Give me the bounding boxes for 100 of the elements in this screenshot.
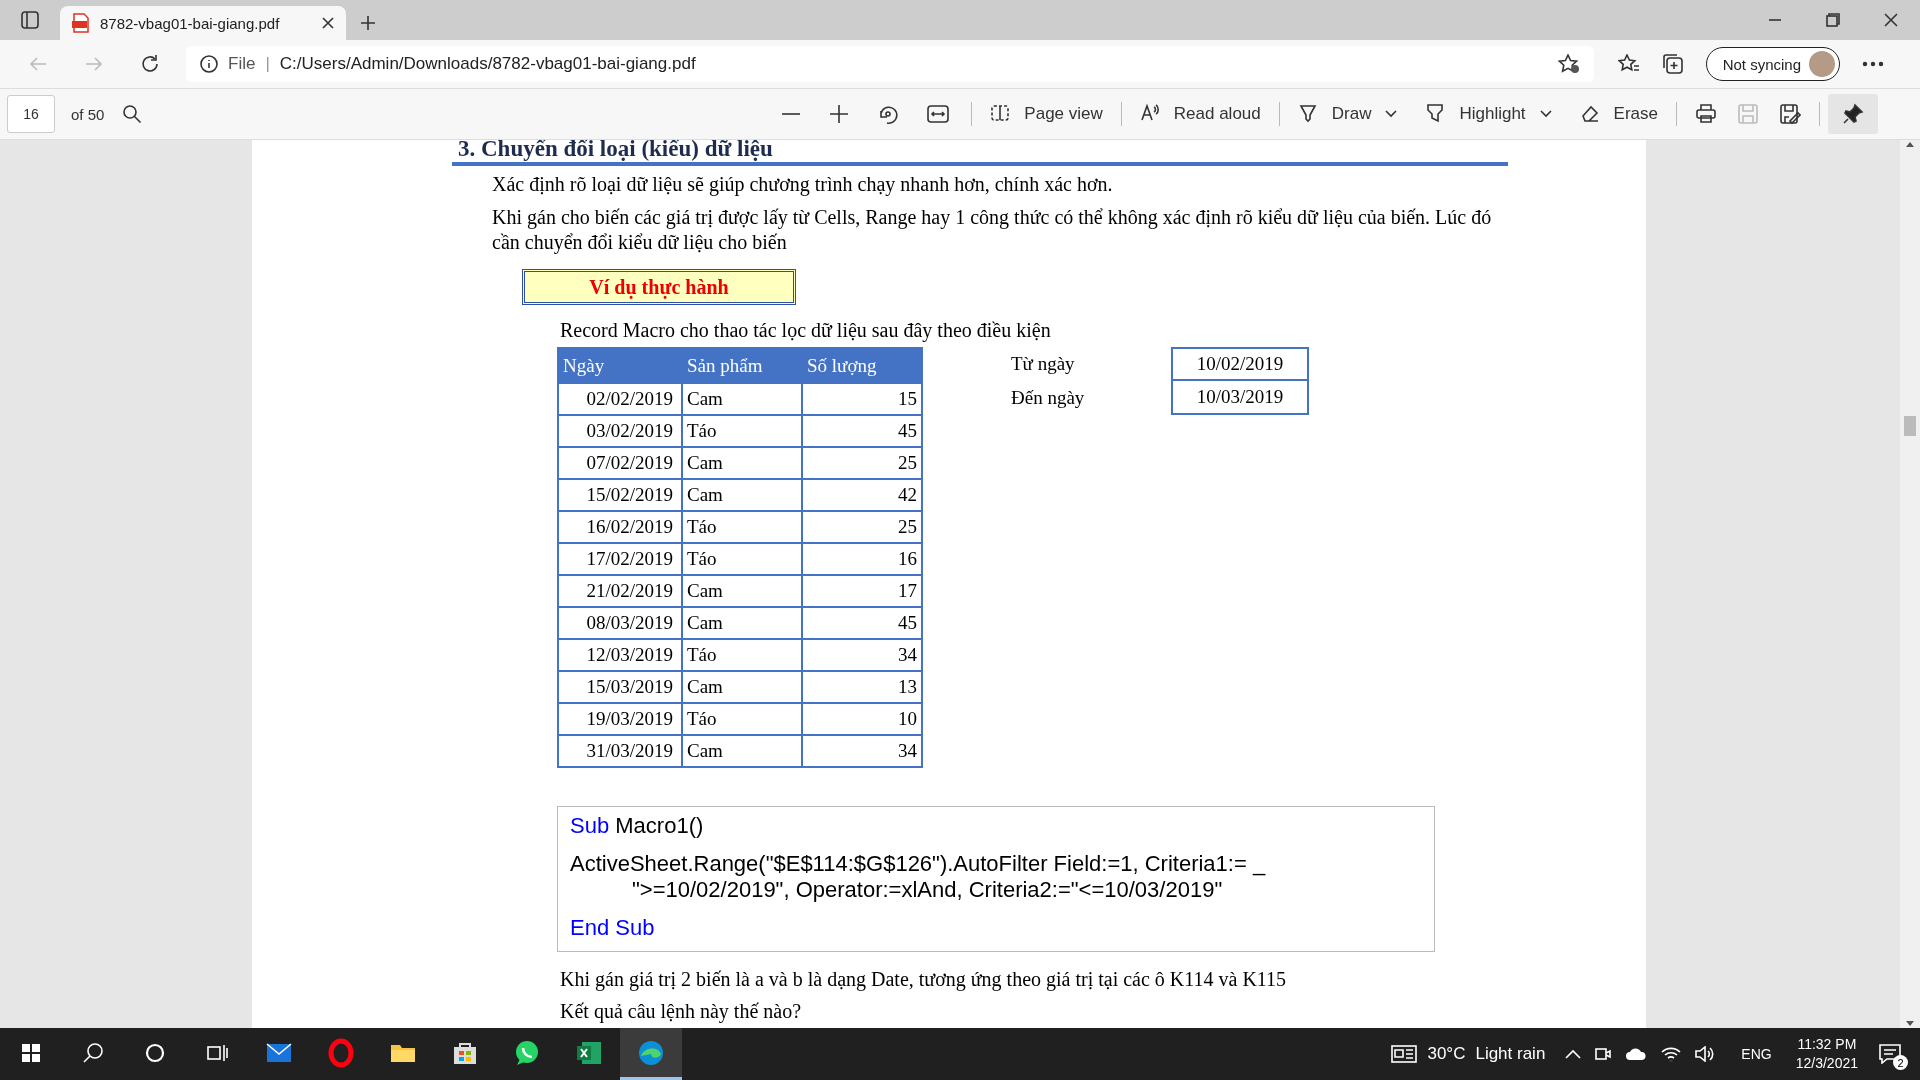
paragraph: Xác định rõ loại dữ liệu sẽ giúp chương trình chạy nhanh hơn, chính xác hơn. [492,172,1114,197]
table-cell: 02/02/2019 [558,383,682,415]
table-cell: 03/02/2019 [558,415,682,447]
meet-icon[interactable] [1595,1046,1612,1062]
chevron-up-icon[interactable] [1565,1049,1582,1059]
table-cell: 45 [802,607,922,639]
table-cell: Cam [682,735,802,767]
page-view-button[interactable]: Page view [980,94,1113,134]
paragraph: Kết quả câu lệnh này thế nào? [560,999,802,1024]
rotate-icon[interactable] [877,103,900,125]
weather-condition[interactable]: Light rain [1475,1044,1546,1064]
favorites-icon[interactable] [1617,54,1640,74]
highlight-button[interactable]: Highlight [1415,94,1536,134]
temperature[interactable]: 30°C [1427,1044,1466,1064]
print-icon [1695,103,1717,125]
table-cell: 17 [802,575,922,607]
table-cell: 34 [802,639,922,671]
fit-width-icon[interactable] [927,105,950,123]
pin-button[interactable] [1828,94,1878,134]
notification-count: 2 [1893,1055,1908,1070]
table-cell: Táo [682,543,802,575]
table-cell: 15 [802,383,922,415]
code-line: ActiveSheet.Range("$E$114:$G$126").AutoFilter Field:=1, Criteria1:= _ [570,851,1267,877]
table-cell: 25 [802,511,922,543]
save-edit-icon [1779,103,1801,125]
table-cell: 16 [802,543,922,575]
table-cell: 31/03/2019 [558,735,682,767]
search-icon[interactable] [82,1041,104,1064]
tab-actions-icon [21,11,39,29]
code-line: ">=10/02/2019", Operator:=xlAnd, Criteria2:="<=10/03/2019" [631,877,1224,903]
language-indicator[interactable]: ENG [1741,1046,1772,1062]
criteria-label: Đến ngày [1011,387,1086,409]
table-cell: Cam [682,479,802,511]
avatar-icon [1809,51,1835,77]
more-icon[interactable] [1862,61,1884,67]
criteria-label: Từ ngày [1011,353,1076,375]
read-aloud-button[interactable]: Read aloud [1129,94,1271,134]
add-favorite-icon[interactable] [1557,54,1580,74]
close-icon[interactable] [322,17,334,29]
pdf-file-icon [72,13,90,33]
browser-tab[interactable]: 8782-vbag01-bai-giang.pdf [60,6,346,40]
page-number-field[interactable]: 16 [7,95,55,133]
cloud-icon[interactable] [1625,1046,1648,1062]
table-cell: 45 [802,415,922,447]
table-cell: 15/02/2019 [558,479,682,511]
scrollbar[interactable] [1900,140,1920,1028]
chevron-icon[interactable] [1385,110,1398,118]
table-cell: 34 [802,735,922,767]
erase-button[interactable]: Erase [1569,94,1668,134]
start-icon[interactable] [21,1042,41,1063]
sync-button[interactable]: Not syncing [1705,47,1840,81]
page-count: of 50 [71,105,105,123]
table-cell: 42 [802,479,922,511]
taskbar-app-button[interactable] [620,1028,682,1080]
code-line: Sub Macro1() [570,813,705,839]
intro-text: Record Macro cho thao tác lọc dữ liệu sau đây theo điều kiện [560,318,1052,343]
paragraph: Khi gán giá trị 2 biến là a và b là dạng Date, tương ứng theo giá trị tại các ô K114 và K115 [560,967,1288,992]
column-header: Ngày [558,348,682,383]
weather-news-icon[interactable] [1391,1044,1418,1064]
table-cell: Cam [682,575,802,607]
draw-button[interactable]: Draw [1287,94,1382,134]
speaker-icon[interactable] [1695,1046,1716,1062]
wifi-icon[interactable] [1661,1046,1682,1062]
ring-icon [326,1037,356,1068]
table-cell: 15/03/2019 [558,671,682,703]
clock-date[interactable]: 12/3/2021 [1795,1054,1858,1073]
table-cell: Cam [682,447,802,479]
save-icon [1737,103,1759,125]
table-cell: 13 [802,671,922,703]
table-cell: 19/03/2019 [558,703,682,735]
info-icon [200,55,218,73]
table-cell: Táo [682,511,802,543]
refresh-icon[interactable] [140,54,160,74]
table-cell: 21/02/2019 [558,575,682,607]
paragraph: Khi gán cho biến các giá trị được lấy từ Cells, Range hay 1 công thức có thể không xác định rõ kiểu dữ liệu của biến. Lúc đó cần chuyển đổi kiểu dữ liệu cho biến [492,205,1492,255]
table-cell: 17/02/2019 [558,543,682,575]
table-cell: 08/03/2019 [558,607,682,639]
scroll-thumb[interactable] [1904,416,1916,436]
code-line: End Sub [570,915,656,941]
zoom-in-icon[interactable] [829,104,850,124]
search-icon[interactable] [122,104,143,124]
clock-time[interactable]: 11:32 PM [1797,1035,1857,1054]
scheme-label: File [228,54,256,74]
column-header: Sản phẩm [682,348,802,383]
restore-icon[interactable] [1826,13,1840,27]
table-cell: 25 [802,447,922,479]
table-cell: Cam [682,383,802,415]
address-url[interactable]: C:/Users/Admin/Downloads/8782-vbag01-bai-giang.pdf [279,54,696,74]
criteria-value: 10/02/2019 [1171,347,1309,381]
chevron-icon[interactable] [1539,110,1552,118]
table-cell: 16/02/2019 [558,511,682,543]
column-header: Số lượng [802,348,922,383]
table-cell: Táo [682,639,802,671]
collections-icon[interactable] [1661,53,1684,75]
close-icon[interactable] [1884,13,1898,27]
circle-icon[interactable] [144,1041,166,1064]
table-cell: 07/02/2019 [558,447,682,479]
table-cell: Cam [682,671,802,703]
table-cell: 12/03/2019 [558,639,682,671]
new-tab-icon[interactable] [360,15,376,31]
